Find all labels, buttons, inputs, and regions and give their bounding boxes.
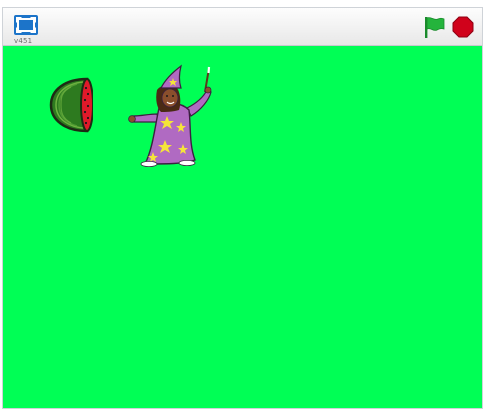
wizard-sprite[interactable]: [123, 64, 223, 168]
green-flag-icon[interactable]: [423, 15, 445, 39]
version-label: v451: [14, 37, 33, 45]
scratch-player: v451: [2, 7, 483, 409]
stage[interactable]: [3, 46, 482, 408]
fullscreen-icon[interactable]: [13, 14, 39, 36]
stop-icon[interactable]: [452, 16, 474, 38]
player-toolbar: v451: [3, 8, 482, 46]
watermelon-sprite[interactable]: [47, 76, 94, 134]
